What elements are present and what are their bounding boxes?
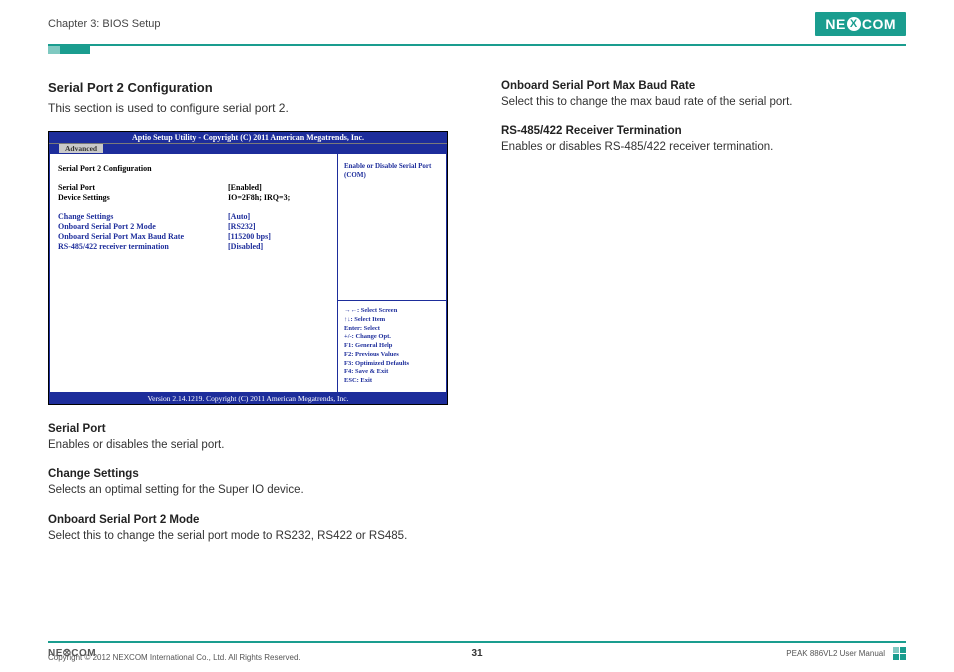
bios-help-line: F3: Optimized Defaults — [344, 360, 440, 369]
chapter-title: Chapter 3: BIOS Setup — [48, 18, 161, 30]
bios-tab-row: Advanced — [49, 143, 447, 153]
footer-rule — [48, 641, 906, 643]
bios-main-panel: Serial Port 2 Configuration Serial Port … — [49, 153, 337, 393]
bios-row-value: IO=2F8h; IRQ=3; — [228, 193, 290, 202]
left-column: Serial Port 2 Configuration This section… — [48, 80, 453, 551]
bios-screenshot: Aptio Setup Utility - Copyright (C) 2011… — [48, 131, 448, 405]
header-rule — [48, 44, 906, 46]
bios-row-value: [RS232] — [228, 222, 256, 231]
bios-help-line: →←: Select Screen — [344, 307, 440, 316]
subsection-text: Enables or disables RS-485/422 receiver … — [501, 139, 906, 156]
subsection-text: Select this to change the max baud rate … — [501, 94, 906, 111]
bios-row-value: [Disabled] — [228, 242, 263, 251]
footer-copyright: Copyright © 2012 NEXCOM International Co… — [48, 653, 301, 662]
bios-help-text: Enable or Disable Serial Port (COM) — [338, 154, 446, 300]
bios-group-title: Serial Port 2 Configuration — [58, 164, 228, 173]
bios-row-label: Device Settings — [58, 193, 228, 202]
bios-row-value: [115200 bps] — [228, 232, 271, 241]
bios-row-label: RS-485/422 receiver termination — [58, 242, 228, 251]
bios-help-line: +/-: Change Opt. — [344, 333, 440, 342]
subsection-heading: Serial Port — [48, 423, 453, 435]
bios-help-line: Enter: Select — [344, 325, 440, 334]
bios-row-label: Change Settings — [58, 212, 228, 221]
footer-manual-name: PEAK 886VL2 User Manual — [786, 649, 885, 658]
bios-help-line: F2: Previous Values — [344, 351, 440, 360]
logo-text-pre: NE — [825, 16, 845, 32]
bios-help-line: ↑↓: Select Item — [344, 316, 440, 325]
page-number: 31 — [471, 648, 482, 659]
subsection-heading: Onboard Serial Port 2 Mode — [48, 514, 453, 526]
bios-title-bar: Aptio Setup Utility - Copyright (C) 2011… — [49, 132, 447, 143]
right-column: Onboard Serial Port Max Baud Rate Select… — [501, 80, 906, 551]
header-accent — [48, 46, 90, 54]
bios-row-label: Serial Port — [58, 183, 228, 192]
subsection-heading: Onboard Serial Port Max Baud Rate — [501, 80, 906, 92]
logo-text-post: COM — [862, 16, 896, 32]
bios-row-label: Onboard Serial Port 2 Mode — [58, 222, 228, 231]
section-intro: This section is used to configure serial… — [48, 99, 453, 117]
bios-footer: Version 2.14.1219. Copyright (C) 2011 Am… — [49, 393, 447, 404]
bios-key-help: →←: Select Screen ↑↓: Select Item Enter:… — [338, 300, 446, 392]
logo-x-icon: X — [847, 17, 861, 31]
nexcom-logo: NE X COM — [815, 12, 906, 36]
subsection-text: Enables or disables the serial port. — [48, 437, 453, 454]
subsection-text: Select this to change the serial port mo… — [48, 528, 453, 545]
subsection-text: Selects an optimal setting for the Super… — [48, 482, 453, 499]
bios-help-line: ESC: Exit — [344, 377, 440, 386]
bios-tab-advanced: Advanced — [59, 144, 103, 153]
bios-help-line: F1: General Help — [344, 342, 440, 351]
subsection-heading: RS-485/422 Receiver Termination — [501, 125, 906, 137]
subsection-heading: Change Settings — [48, 468, 453, 480]
bios-help-line: F4: Save & Exit — [344, 368, 440, 377]
bios-row-value: [Enabled] — [228, 183, 262, 192]
section-title: Serial Port 2 Configuration — [48, 80, 453, 95]
footer-squares-icon — [893, 647, 906, 660]
bios-row-label: Onboard Serial Port Max Baud Rate — [58, 232, 228, 241]
bios-row-value: [Auto] — [228, 212, 250, 221]
